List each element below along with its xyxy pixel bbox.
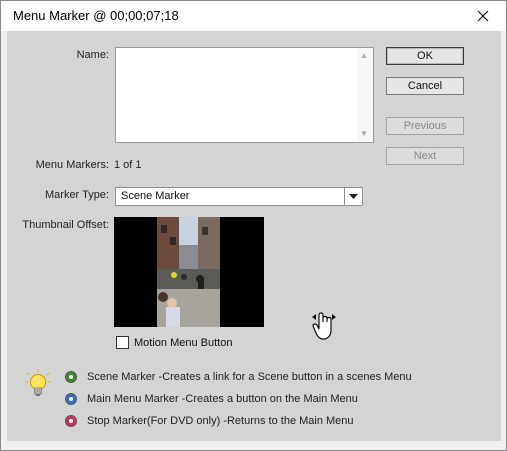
legend-stop-marker: Stop Marker(For DVD only) -Returns to th… — [65, 415, 354, 427]
scrub-hand-cursor-icon — [310, 311, 338, 348]
title-bar: Menu Marker @ 00;00;07;18 — [1, 1, 506, 31]
close-icon — [477, 10, 489, 22]
pink-dot-icon — [65, 415, 77, 427]
menu-markers-value: 1 of 1 — [114, 159, 142, 171]
legend-main-menu-marker: Main Menu Marker -Creates a button on th… — [65, 393, 358, 405]
cancel-button[interactable]: Cancel — [386, 77, 464, 95]
legend-main-menu-text: Main Menu Marker -Creates a button on th… — [87, 393, 358, 405]
legend-scene-marker: Scene Marker -Creates a link for a Scene… — [65, 371, 412, 383]
previous-button[interactable]: Previous — [386, 117, 464, 135]
name-label: Name: — [76, 49, 109, 61]
legend-stop-text: Stop Marker(For DVD only) -Returns to th… — [87, 415, 354, 427]
marker-type-label: Marker Type: — [45, 189, 109, 201]
window-title: Menu Marker @ 00;00;07;18 — [13, 8, 179, 23]
motion-menu-checkbox-row[interactable]: Motion Menu Button — [116, 336, 232, 349]
thumbnail-offset-label: Thumbnail Offset: — [22, 219, 109, 231]
thumbnail-image — [114, 217, 264, 327]
legend-scene-text: Scene Marker -Creates a link for a Scene… — [87, 371, 412, 383]
green-dot-icon — [65, 371, 77, 383]
ok-button[interactable]: OK — [386, 47, 464, 65]
motion-menu-checkbox[interactable] — [116, 336, 129, 349]
lightbulb-icon — [25, 369, 51, 406]
name-scrollbar[interactable]: ▲ ▼ — [357, 48, 373, 142]
scroll-down-icon[interactable]: ▼ — [360, 130, 368, 138]
next-button[interactable]: Next — [386, 147, 464, 165]
motion-menu-label: Motion Menu Button — [134, 336, 233, 349]
close-button[interactable] — [460, 1, 506, 31]
menu-markers-label: Menu Markers: — [35, 159, 109, 171]
dialog-body: Name: ▲ ▼ OK Cancel Previous Next Menu M… — [7, 31, 501, 441]
marker-type-value: Scene Marker — [121, 190, 190, 202]
menu-marker-dialog: Menu Marker @ 00;00;07;18 Name: ▲ ▼ OK C… — [0, 0, 507, 451]
chevron-down-icon[interactable] — [344, 188, 362, 205]
thumbnail-preview[interactable] — [114, 217, 264, 327]
name-textarea[interactable]: ▲ ▼ — [115, 47, 374, 143]
marker-type-select[interactable]: Scene Marker — [115, 187, 363, 206]
blue-dot-icon — [65, 393, 77, 405]
scroll-up-icon[interactable]: ▲ — [360, 52, 368, 60]
